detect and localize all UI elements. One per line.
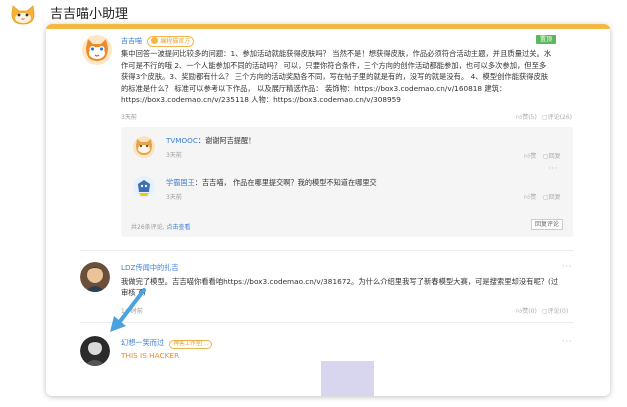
comment2-comment-count: 评论(0) xyxy=(547,308,569,315)
reply-author-xuebaguowang[interactable]: 学霸国王 xyxy=(166,178,195,187)
official-badge-label: 编程猫官方 xyxy=(160,38,191,45)
post-body: 集中回答一波提问比较多的问题：1、参加活动就能获得皮肤吗？ 当然不是！想获得皮肤… xyxy=(121,49,552,104)
more-dots-icon[interactable]: ··· xyxy=(548,164,558,174)
comment2-author[interactable]: LDZ传闻中的扎吉 xyxy=(121,263,179,273)
reply-like-button-1[interactable]: 👍︎赞 xyxy=(524,151,536,160)
arrow-icon xyxy=(110,288,146,332)
reply-text-2: 学霸国王：吉吉喵， 作品在哪里提交啊？我的模型不知道在哪里交 xyxy=(166,178,377,188)
reply-reply-button-2[interactable]: ▢回复 xyxy=(543,192,561,201)
reply-content-1: ：谢谢阿吉提醒！ xyxy=(197,136,256,145)
reply-footer: 共26条评论, 点击查看 xyxy=(131,222,190,231)
view-all-link[interactable]: 点击查看 xyxy=(166,224,190,231)
comment3-author-line: 幻想一笑而过 神客工作室[... xyxy=(121,338,213,349)
official-badge: 编程猫官方 xyxy=(147,36,195,47)
pinned-tag: 置顶 xyxy=(536,35,556,44)
reply-like-button-2[interactable]: 👍︎赞 xyxy=(524,192,536,201)
divider xyxy=(80,250,574,251)
post-like-button[interactable]: 👍︎赞(5) xyxy=(516,112,537,121)
author-avatar[interactable] xyxy=(82,35,112,65)
reply-reply-label-1: 回复 xyxy=(548,153,561,160)
studio-badge: 神客工作室[... xyxy=(169,340,213,349)
cat-logo-icon xyxy=(10,4,36,26)
reply-reply-button-1[interactable]: ▢回复 xyxy=(543,151,561,160)
comment2-like-button[interactable]: 👍︎赞(0) xyxy=(516,306,537,315)
more-dots-icon[interactable]: ··· xyxy=(562,262,572,272)
post-author-name[interactable]: 吉吉喵 xyxy=(121,37,142,45)
reply-avatar-tvmooc[interactable] xyxy=(133,136,155,158)
reply-reply-label-2: 回复 xyxy=(548,194,561,201)
divider xyxy=(80,322,574,323)
more-dots-icon[interactable]: ··· xyxy=(562,337,572,347)
app-header: 吉吉喵小助理 xyxy=(0,0,627,26)
reply-avatar-xuebaguowang[interactable] xyxy=(133,176,155,198)
reply-author-tvmooc[interactable]: TVMOOC xyxy=(166,136,198,145)
reply-time-1: 3天前 xyxy=(166,152,182,159)
reply-comment-button[interactable]: 回复评论 xyxy=(531,219,563,230)
post-comment-count: 评论(26) xyxy=(547,114,572,121)
post-like-count: 赞(5) xyxy=(522,114,537,121)
reply-count: 共26条评论, xyxy=(131,224,165,231)
post-comment-button[interactable]: ▢评论(26) xyxy=(542,112,572,121)
page-title: 吉吉喵小助理 xyxy=(50,7,129,22)
badge-dot-icon xyxy=(151,37,159,44)
reply-like-label-1: 赞 xyxy=(530,153,537,160)
reply-content-2: ：吉吉喵， 作品在哪里提交啊？我的模型不知道在哪里交 xyxy=(194,178,377,187)
comment3-author[interactable]: 幻想一笑而过 xyxy=(121,338,164,347)
post-author-line: 吉吉喵 编程猫官方 xyxy=(121,36,195,47)
reply-text-1: TVMOOC：谢谢阿吉提醒！ xyxy=(166,136,255,146)
comment2-avatar[interactable] xyxy=(80,262,110,292)
comment2-like-count: 赞(0) xyxy=(522,308,537,315)
image-thumbnail[interactable] xyxy=(321,361,374,396)
post-time: 3天前 xyxy=(121,114,137,121)
reply-time-2: 3天前 xyxy=(166,194,182,201)
comment2-comment-button[interactable]: ▢评论(0) xyxy=(542,306,568,315)
card-accent-bar xyxy=(46,24,610,29)
comment2-body: 我做完了模型。吉吉喵你看看咱https://box3.codemao.cn/v/… xyxy=(121,277,559,297)
comment3-body: THIS IS HACKER xyxy=(121,351,180,360)
comment3-avatar[interactable] xyxy=(80,336,110,366)
reply-like-label-2: 赞 xyxy=(530,194,537,201)
